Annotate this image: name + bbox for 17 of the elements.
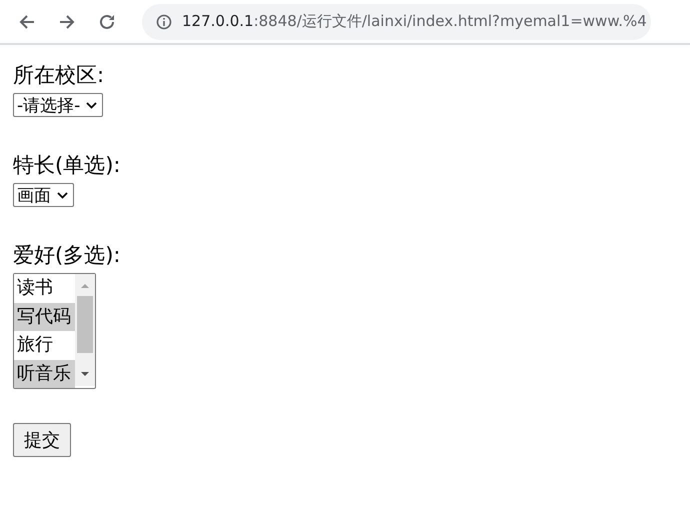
back-arrow-icon[interactable] [18,12,36,30]
list-option[interactable]: 写代码 [14,302,75,331]
field-label: 爱好(多选): [13,242,122,269]
dropdown[interactable]: 画面 [13,183,74,207]
info-icon [156,14,172,30]
address-bar[interactable]: 127.0.0.1:8848/运行文件/lainxi/index.html?myemal1=www.%4 [142,4,651,40]
list-option[interactable]: 听音乐 [14,360,75,388]
reload-icon[interactable] [98,12,116,30]
field-label: 所在校区: [13,62,106,89]
url-text: 127.0.0.1:8848/运行文件/lainxi/index.html?myemal1=www.%4 [182,12,647,31]
caret-icon [86,102,98,108]
field-label: 特长(单选): [13,152,122,179]
caret-icon [57,192,68,198]
submit-button[interactable]: 提交 [13,423,71,457]
forward-arrow-icon[interactable] [58,12,76,30]
dropdown[interactable]: -请选择- [13,93,104,117]
scrollbar-icon[interactable] [75,274,95,386]
